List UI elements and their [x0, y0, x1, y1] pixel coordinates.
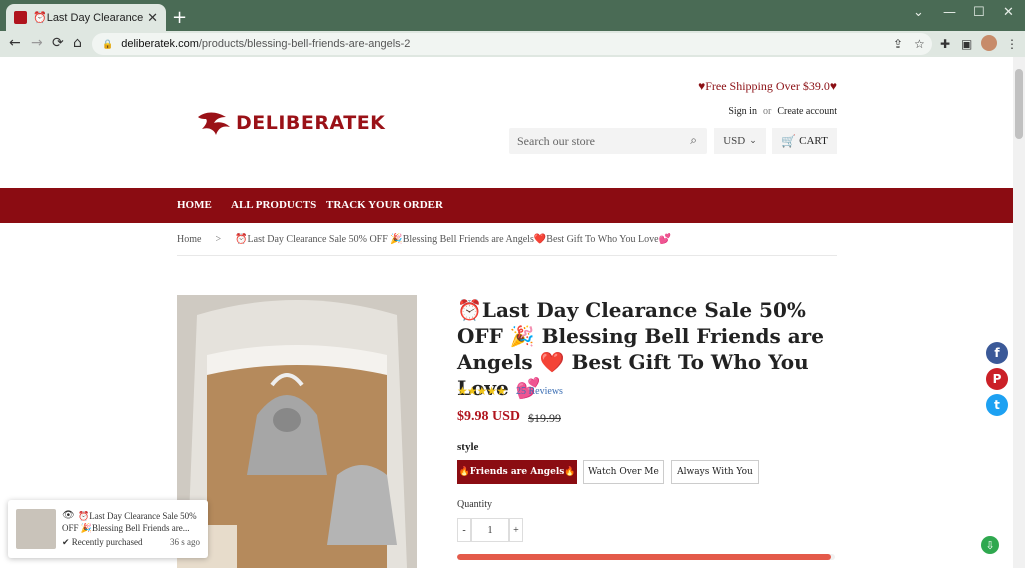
- nav-item-all-products[interactable]: ALL PRODUCTS: [231, 199, 316, 211]
- share-icon[interactable]: ⇪: [893, 37, 903, 51]
- sign-in-link[interactable]: Sign in: [728, 106, 757, 117]
- breadcrumb-current: ⏰Last Day Clearance Sale 50% OFF 🎉Blessi…: [235, 234, 672, 245]
- style-label: style: [457, 441, 479, 453]
- variant-friends-are-angels[interactable]: 🔥Friends are Angels🔥: [457, 460, 577, 484]
- favicon-icon: [14, 11, 27, 24]
- cart-button[interactable]: 🛒 CART: [772, 128, 837, 154]
- extensions-icon[interactable]: ✚: [940, 37, 950, 51]
- address-bar[interactable]: 🔒 deliberatek.com/products/blessing-bell…: [92, 33, 932, 55]
- site-logo[interactable]: DELIBERATEK: [196, 107, 385, 139]
- variant-always-with-you[interactable]: Always With You: [671, 460, 759, 484]
- tab-title: ⏰Last Day Clearance Sale 50% O: [33, 12, 143, 24]
- popup-time-ago: 36 s ago: [170, 537, 200, 547]
- quantity-plus-button[interactable]: +: [509, 518, 523, 542]
- star-icon[interactable]: ☆: [914, 37, 925, 51]
- nav-item-track-order[interactable]: TRACK YOUR ORDER: [326, 199, 443, 211]
- browser-chrome: ⏰Last Day Clearance Sale 50% O ✕ + ⌄ — ☐…: [0, 0, 1025, 57]
- rating-stars-icon: ★★★★★: [457, 384, 507, 398]
- create-account-link[interactable]: Create account: [777, 106, 837, 117]
- home-button[interactable]: ⌂: [73, 35, 82, 51]
- recent-purchase-popup[interactable]: 👁 ⏰Last Day Clearance Sale 50% OFF 🎉Bles…: [8, 500, 208, 558]
- scrollbar-thumb[interactable]: [1015, 69, 1023, 139]
- popup-product-thumbnail: [16, 509, 56, 549]
- breadcrumb-separator: >: [215, 234, 222, 245]
- reload-button[interactable]: ⟳: [52, 35, 64, 51]
- quantity-stepper: - 1 +: [457, 518, 523, 542]
- menu-icon[interactable]: ⋮: [1006, 37, 1018, 51]
- profile-avatar[interactable]: [981, 35, 997, 51]
- new-tab-button[interactable]: +: [172, 7, 187, 28]
- main-nav: HOME ALL PRODUCTS TRACK YOUR ORDER: [0, 188, 1013, 223]
- close-window-button[interactable]: ✕: [1003, 5, 1014, 20]
- tab-search-button[interactable]: ⌄: [913, 5, 924, 20]
- browser-tab[interactable]: ⏰Last Day Clearance Sale 50% O ✕: [6, 4, 166, 31]
- compare-price: $19.99: [528, 411, 561, 425]
- help-chat-icon[interactable]: ⇩: [981, 536, 999, 554]
- currency-value: USD: [723, 135, 746, 147]
- sidepanel-icon[interactable]: ▣: [961, 37, 972, 51]
- url-path: /products/blessing-bell-friends-are-ange…: [198, 38, 411, 50]
- chevron-down-icon: ⌄: [749, 136, 757, 146]
- page-scrollbar[interactable]: [1013, 57, 1025, 568]
- logo-text: DELIBERATEK: [236, 112, 386, 134]
- search-box: ⌕: [509, 128, 707, 154]
- minimize-button[interactable]: —: [943, 5, 956, 20]
- cart-label: CART: [799, 135, 828, 147]
- twitter-share-icon[interactable]: t: [986, 394, 1008, 416]
- tab-close-button[interactable]: ✕: [147, 10, 158, 26]
- product-price: $9.98 USD: [457, 409, 521, 424]
- popup-verified-text: Recently purchased: [71, 537, 143, 547]
- account-links: Sign in or Create account: [728, 106, 837, 117]
- tab-bar: ⏰Last Day Clearance Sale 50% O ✕ + ⌄ — ☐…: [0, 0, 1025, 31]
- popup-verified: ✔ Recently purchased: [62, 537, 143, 548]
- bell-photo-icon: [177, 295, 417, 568]
- quantity-input[interactable]: 1: [471, 518, 509, 542]
- quantity-minus-button[interactable]: -: [457, 518, 471, 542]
- currency-selector[interactable]: USD ⌄: [714, 128, 766, 154]
- quantity-label: Quantity: [457, 499, 492, 510]
- breadcrumb: Home > ⏰Last Day Clearance Sale 50% OFF 🎉B…: [177, 234, 837, 256]
- search-input[interactable]: [517, 133, 677, 149]
- browser-toolbar: ← → ⟳ ⌂ 🔒 deliberatek.com/products/bless…: [0, 31, 1025, 57]
- back-button[interactable]: ←: [9, 35, 21, 51]
- web-page: ♥Free Shipping Over $39.0♥ Sign in or Crea…: [0, 57, 1013, 568]
- breadcrumb-home[interactable]: Home: [177, 234, 201, 245]
- nav-item-home[interactable]: HOME: [177, 199, 212, 211]
- or-text: or: [762, 106, 772, 117]
- cart-icon: 🛒: [781, 134, 797, 148]
- reviews-link[interactable]: 25 Reviews: [516, 386, 563, 397]
- variant-watch-over-me[interactable]: Watch Over Me: [583, 460, 664, 484]
- maximize-button[interactable]: ☐: [973, 5, 985, 20]
- pinterest-share-icon[interactable]: P: [986, 368, 1008, 390]
- search-icon[interactable]: ⌕: [690, 133, 697, 148]
- phoenix-logo-icon: [198, 112, 230, 135]
- stock-progress-fill: [457, 554, 832, 560]
- product-image[interactable]: [177, 295, 417, 568]
- lock-icon: 🔒: [102, 38, 114, 49]
- stock-progress-bar: [457, 554, 835, 560]
- shipping-banner: ♥Free Shipping Over $39.0♥: [698, 79, 837, 93]
- url-host: deliberatek.com: [121, 38, 199, 50]
- product-title: ⏰Last Day Clearance Sale 50% OFF 🎉 Bless…: [457, 298, 824, 400]
- facebook-share-icon[interactable]: f: [986, 342, 1008, 364]
- forward-button[interactable]: →: [31, 35, 43, 51]
- popup-product-text: ⏰Last Day Clearance Sale 50% OFF 🎉Blessi…: [62, 511, 197, 533]
- check-circle-icon: ✔: [62, 537, 72, 547]
